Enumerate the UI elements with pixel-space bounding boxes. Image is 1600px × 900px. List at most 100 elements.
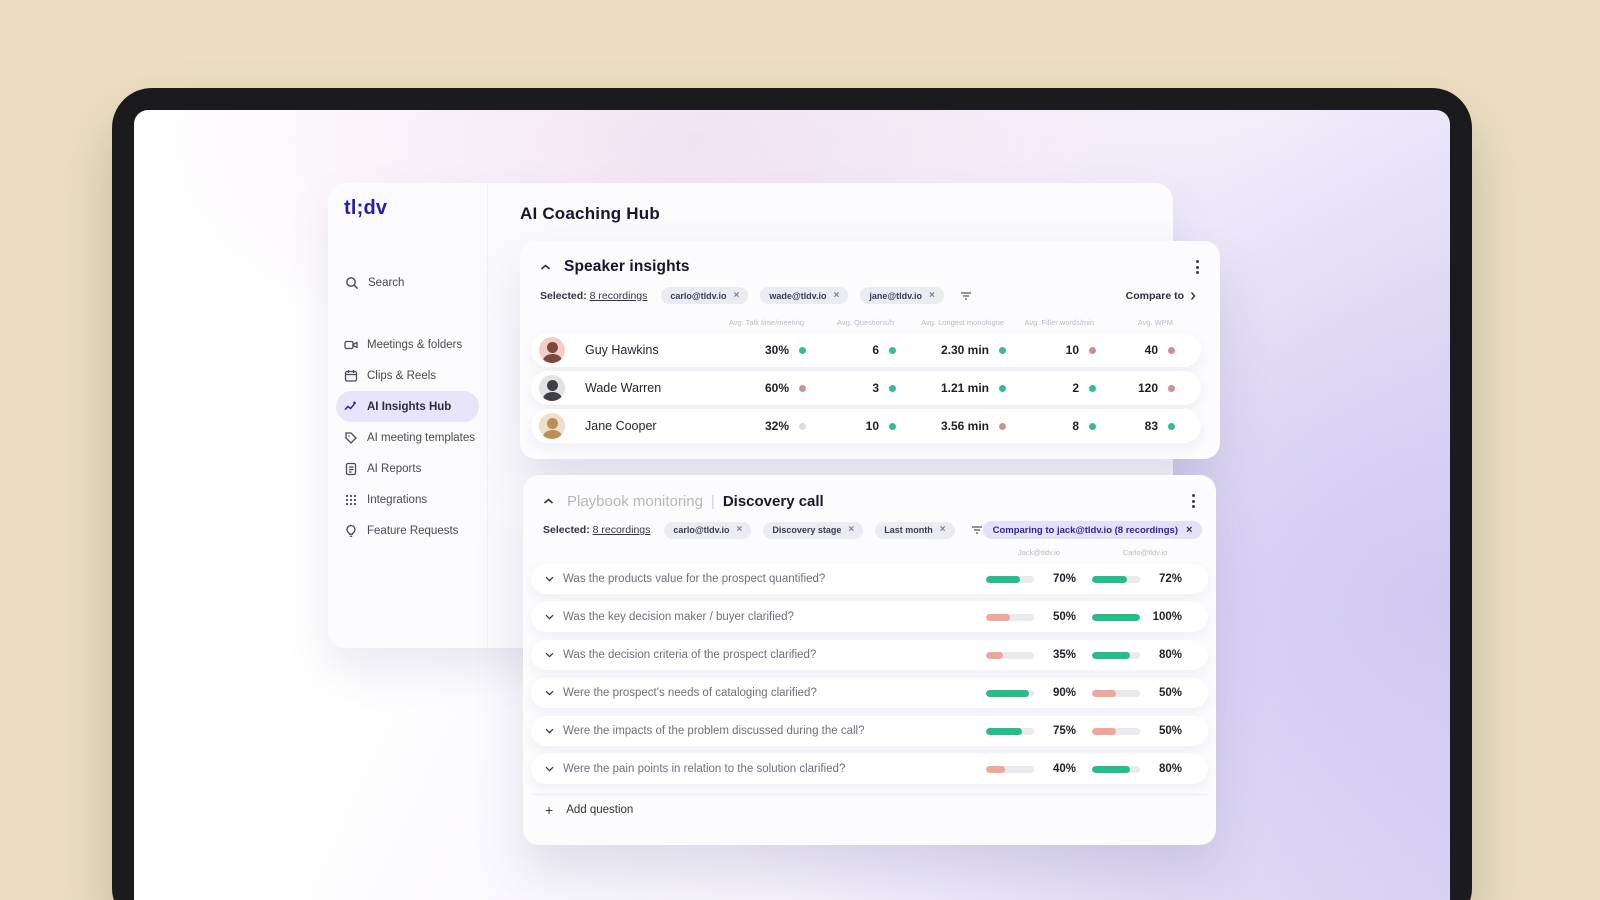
filter-funnel-icon[interactable] — [960, 291, 972, 301]
chevron-down-icon[interactable] — [545, 652, 554, 658]
speaker-table: Guy Hawkins 30% 6 2.30 min 10 40 Wade Wa… — [531, 333, 1220, 443]
score-value: 80% — [1158, 763, 1182, 775]
chevron-right-icon — [1190, 291, 1196, 300]
progress-bar — [986, 575, 1034, 583]
search-button[interactable]: Search — [345, 276, 479, 290]
remove-comparison-icon[interactable]: × — [1186, 524, 1192, 536]
question-row[interactable]: Were the pain points in relation to the … — [531, 754, 1208, 784]
sidebar-item-label: Feature Requests — [367, 524, 459, 537]
speaker-insights-filter-bar: Selected: 8 recordings carlo@tldv.io × wa… — [540, 287, 1202, 304]
score-value: 50% — [1158, 687, 1182, 699]
stat-cell: 10 — [818, 419, 908, 433]
status-dot — [1089, 384, 1096, 392]
playbook-filter-bar: Selected: 8 recordings carlo@tldv.io × Di… — [543, 521, 1203, 539]
sidebar-item-ai-meeting-templates[interactable]: AI meeting templates — [336, 422, 479, 453]
status-dot — [999, 384, 1006, 392]
sidebar-item-clips-reels[interactable]: Clips & Reels — [336, 360, 479, 391]
comparing-banner[interactable]: Comparing to jack@tldv.io (8 recordings)… — [982, 521, 1203, 539]
sidebar-item-integrations[interactable]: Integrations — [336, 484, 479, 515]
filter-chip[interactable]: jane@tldv.io × — [860, 287, 944, 304]
chevron-down-icon[interactable] — [545, 576, 554, 582]
question-row[interactable]: Was the key decision maker / buyer clari… — [531, 602, 1208, 632]
tag-icon — [345, 431, 357, 444]
stat-cell: 1.21 min — [908, 381, 1018, 395]
remove-chip-icon[interactable]: × — [940, 525, 946, 535]
collapse-chevron-up-icon[interactable] — [543, 498, 554, 505]
filter-funnel-icon[interactable] — [971, 525, 983, 535]
stat-value: 8 — [1072, 419, 1079, 433]
question-text: Was the products value for the prospect … — [563, 573, 826, 585]
status-dot — [889, 422, 896, 430]
sidebar-item-feature-requests[interactable]: Feature Requests — [336, 515, 479, 546]
chevron-down-icon[interactable] — [545, 690, 554, 696]
speaker-name: Wade Warren — [585, 381, 662, 395]
progress-bar — [986, 651, 1034, 659]
question-row[interactable]: Were the impacts of the problem discusse… — [531, 716, 1208, 746]
report-icon — [345, 462, 357, 475]
more-menu-icon[interactable] — [1193, 257, 1202, 277]
compare-to-button[interactable]: Compare to — [1126, 290, 1196, 302]
score-group: 50% — [1092, 725, 1182, 737]
stat-value: 10 — [1065, 343, 1079, 357]
table-row[interactable]: Wade Warren 60% 3 1.21 min 2 120 — [531, 371, 1201, 405]
selected-count-link[interactable]: 8 recordings — [593, 524, 651, 536]
search-icon — [345, 276, 359, 290]
status-dot — [1089, 346, 1096, 354]
grid-dots-icon — [345, 494, 357, 505]
stat-cell: 6 — [818, 343, 908, 357]
filter-chip[interactable]: carlo@tldv.io × — [664, 521, 752, 539]
chip-label: carlo@tldv.io — [670, 290, 727, 301]
score-value: 70% — [1052, 573, 1076, 585]
stat-value: 3 — [872, 381, 879, 395]
filter-chip[interactable]: Discovery stage × — [763, 521, 864, 539]
stat-value: 1.21 min — [940, 381, 989, 395]
score-value: 35% — [1052, 649, 1076, 661]
question-text: Was the key decision maker / buyer clari… — [563, 611, 794, 623]
title-separator: | — [710, 492, 715, 510]
remove-chip-icon[interactable]: × — [734, 290, 740, 301]
filter-chips: carlo@tldv.io × Discovery stage × Last mon… — [664, 521, 955, 539]
question-row[interactable]: Was the decision criteria of the prospec… — [531, 640, 1208, 670]
status-dot — [799, 384, 806, 392]
progress-bar — [1092, 727, 1140, 735]
score-group: 80% — [1092, 763, 1182, 775]
table-row[interactable]: Guy Hawkins 30% 6 2.30 min 10 40 — [531, 333, 1201, 367]
score-group: 72% — [1092, 573, 1182, 585]
remove-chip-icon[interactable]: × — [737, 525, 743, 535]
stat-value: 2 — [1072, 381, 1079, 395]
chip-label: Discovery stage — [772, 525, 842, 535]
playbook-title: Discovery call — [722, 492, 824, 510]
speaker-insights-panel: Speaker insights Selected: 8 recordings … — [520, 241, 1220, 459]
add-question-button[interactable]: + Add question — [531, 794, 1208, 824]
status-dot — [1089, 422, 1096, 430]
question-row[interactable]: Was the products value for the prospect … — [531, 564, 1208, 594]
status-dot — [1168, 384, 1175, 392]
search-label: Search — [368, 277, 405, 289]
chevron-down-icon[interactable] — [545, 728, 554, 734]
filter-chip[interactable]: wade@tldv.io × — [760, 287, 849, 304]
question-text: Was the decision criteria of the prospec… — [563, 649, 817, 661]
chevron-down-icon[interactable] — [545, 614, 554, 620]
sidebar-item-ai-insights-hub[interactable]: AI Insights Hub — [336, 391, 479, 422]
score-group: 40% — [986, 763, 1076, 775]
chevron-down-icon[interactable] — [545, 766, 554, 772]
stat-value: 40 — [1144, 343, 1158, 357]
speaker-name: Guy Hawkins — [585, 343, 659, 357]
filter-chip[interactable]: carlo@tldv.io × — [661, 287, 749, 304]
sidebar-item-meetings-folders[interactable]: Meetings & folders — [336, 329, 479, 360]
collapse-chevron-up-icon[interactable] — [540, 264, 551, 271]
remove-chip-icon[interactable]: × — [848, 525, 854, 535]
more-menu-icon[interactable] — [1189, 491, 1198, 511]
question-row[interactable]: Were the prospect's needs of cataloging … — [531, 678, 1208, 708]
chip-label: Last month — [884, 525, 933, 535]
filter-chip[interactable]: Last month × — [875, 521, 955, 539]
table-row[interactable]: Jane Cooper 32% 10 3.56 min 8 83 — [531, 409, 1201, 443]
selected-count-link[interactable]: 8 recordings — [590, 290, 648, 302]
remove-chip-icon[interactable]: × — [833, 290, 839, 301]
progress-bar — [1092, 613, 1140, 621]
add-question-label: Add question — [566, 803, 634, 816]
stat-value: 60% — [764, 381, 789, 395]
sidebar-item-ai-reports[interactable]: AI Reports — [336, 453, 479, 484]
stat-cell: 2 — [1018, 381, 1108, 395]
remove-chip-icon[interactable]: × — [929, 290, 935, 301]
